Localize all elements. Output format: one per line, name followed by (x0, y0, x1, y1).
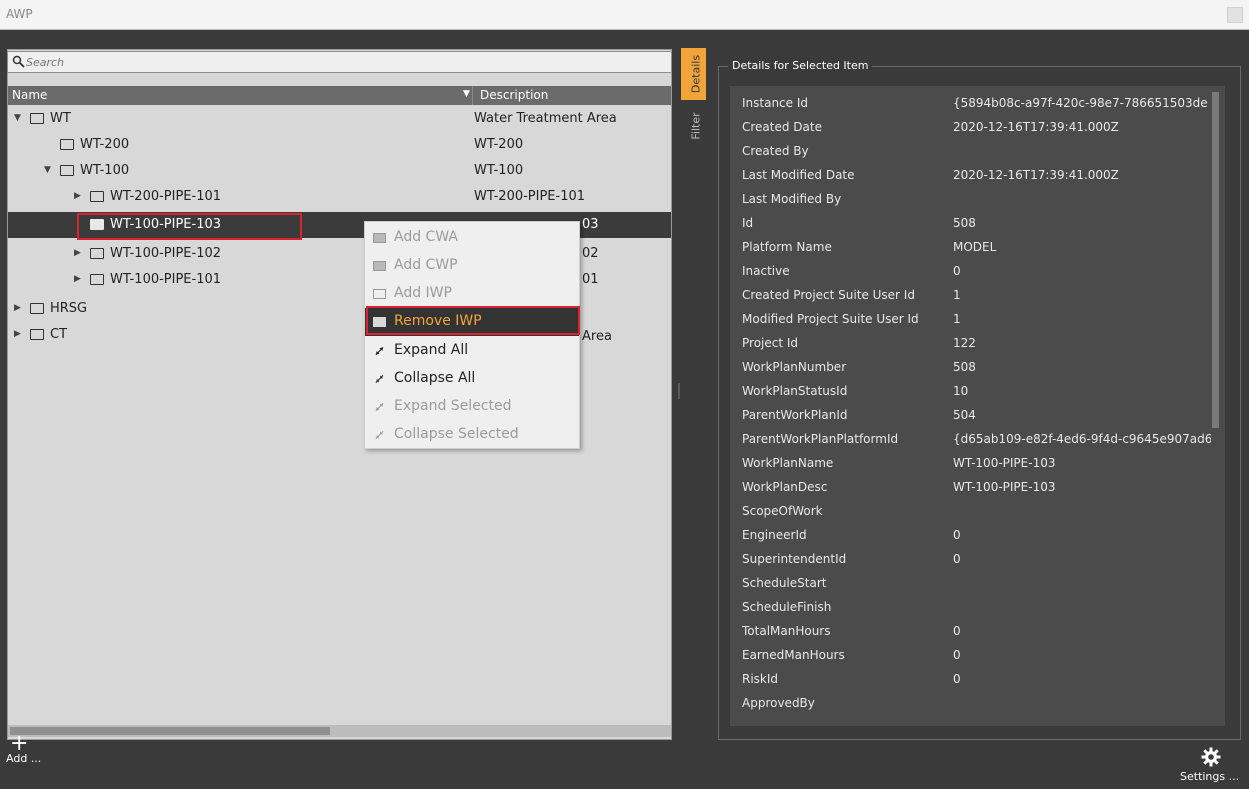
folder-icon (90, 191, 104, 202)
search-icon (12, 55, 25, 68)
folder-icon (90, 248, 104, 259)
side-tab-strip: Details Filter (681, 48, 706, 150)
expand-arrow-icon[interactable]: ▶ (74, 248, 81, 258)
tree-row-wt-100[interactable]: ▼ WT-100 WT-100 (8, 158, 671, 184)
tab-label: Details (689, 54, 703, 94)
menu-item-add-cwa[interactable]: Add CWA (365, 224, 579, 252)
search-box[interactable] (7, 51, 672, 73)
menu-item-expand-selected[interactable]: Expand Selected (365, 393, 579, 421)
menu-item-label: Add CWP (394, 257, 458, 273)
folder-icon (30, 329, 44, 340)
row-name: WT (50, 111, 71, 126)
expand-arrows-icon (375, 347, 384, 355)
menu-item-label: Expand Selected (394, 398, 512, 414)
collapse-arrow-icon[interactable]: ▼ (44, 165, 51, 175)
folder-icon (373, 261, 386, 271)
collapse-arrow-icon[interactable]: ▼ (14, 113, 21, 123)
row-description: Water Treatment Area (474, 111, 617, 126)
column-header-name[interactable]: Name (12, 88, 47, 102)
collapse-arrows-icon (375, 431, 384, 439)
row-name: CT (50, 327, 68, 342)
folder-icon (373, 233, 386, 243)
column-header-description[interactable]: Description (472, 86, 548, 105)
folder-icon (30, 113, 44, 124)
tree-header: Name ▼ Description (8, 86, 671, 105)
details-title: Details for Selected Item (728, 59, 873, 72)
row-name: HRSG (50, 301, 88, 316)
scroll-thumb[interactable] (1212, 92, 1219, 428)
folder-icon (30, 303, 44, 314)
scroll-thumb[interactable] (10, 727, 330, 735)
tab-label: Filter (689, 112, 703, 140)
sort-desc-icon: ▼ (463, 89, 470, 99)
context-menu: Add CWA Add CWP Add IWP Remove IWP Expan… (364, 221, 580, 449)
gear-icon[interactable] (1200, 746, 1222, 768)
tree-row-wt[interactable]: ▼ WT Water Treatment Area (8, 106, 671, 132)
menu-item-label: Collapse Selected (394, 426, 519, 442)
settings-button[interactable]: Settings ... (1180, 770, 1239, 783)
collapse-arrows-icon (375, 375, 384, 383)
row-description: 03 (582, 217, 599, 232)
row-name: WT-200 (80, 137, 130, 152)
expand-arrow-icon[interactable]: ▶ (74, 274, 81, 284)
window-title: AWP (6, 7, 33, 21)
row-name: WT-100 (80, 163, 130, 178)
tab-filter[interactable]: Filter (681, 102, 706, 150)
title-bar: AWP (0, 0, 1249, 30)
details-property-list: Instance Id {5894b08c-a97f-420c-98e7-7866… (730, 86, 1225, 726)
menu-item-add-cwp[interactable]: Add CWP (365, 252, 579, 280)
horizontal-scrollbar[interactable] (8, 725, 671, 737)
search-input[interactable] (26, 54, 656, 70)
row-name: WT-200-PIPE-101 (110, 189, 222, 204)
details-vertical-scrollbar[interactable] (1211, 90, 1220, 720)
row-name: WT-100-PIPE-101 (110, 272, 222, 287)
row-description: WT-100 (474, 163, 524, 178)
menu-item-expand-all[interactable]: Expand All (365, 337, 579, 365)
close-button[interactable] (1227, 7, 1243, 23)
row-description: WT-200-PIPE-101 (474, 189, 586, 204)
row-description: Area (582, 329, 612, 344)
add-plus-icon[interactable]: + (10, 733, 28, 755)
menu-item-collapse-all[interactable]: Collapse All (365, 365, 579, 393)
menu-item-collapse-selected[interactable]: Collapse Selected (365, 421, 579, 449)
expand-arrows-icon (375, 403, 384, 411)
menu-item-label: Collapse All (394, 370, 476, 386)
expand-arrow-icon[interactable]: ▶ (14, 303, 21, 313)
folder-icon (90, 274, 104, 285)
folder-icon (60, 165, 74, 176)
row-description: 01 (582, 272, 599, 287)
row-description: 02 (582, 246, 599, 261)
row-description: WT-200 (474, 137, 524, 152)
tab-details[interactable]: Details (681, 48, 706, 100)
highlight-box-remove-iwp (366, 306, 580, 335)
folder-outline-icon (373, 289, 386, 299)
add-button[interactable]: Add ... (6, 752, 41, 765)
menu-item-label: Add IWP (394, 285, 452, 301)
menu-item-label: Add CWA (394, 229, 458, 245)
menu-item-label: Expand All (394, 342, 469, 358)
highlight-box-selected-row (77, 213, 302, 240)
expand-arrow-icon[interactable]: ▶ (74, 191, 81, 201)
folder-icon (60, 139, 74, 150)
expand-arrow-icon[interactable]: ▶ (14, 329, 21, 339)
tree-row-wt-200[interactable]: WT-200 WT-200 (8, 132, 671, 158)
tree-row-wt-200-pipe-101[interactable]: ▶ WT-200-PIPE-101 WT-200-PIPE-101 (8, 184, 671, 210)
panel-splitter[interactable] (678, 383, 680, 399)
row-name: WT-100-PIPE-102 (110, 246, 222, 261)
menu-item-add-iwp[interactable]: Add IWP (365, 280, 579, 308)
